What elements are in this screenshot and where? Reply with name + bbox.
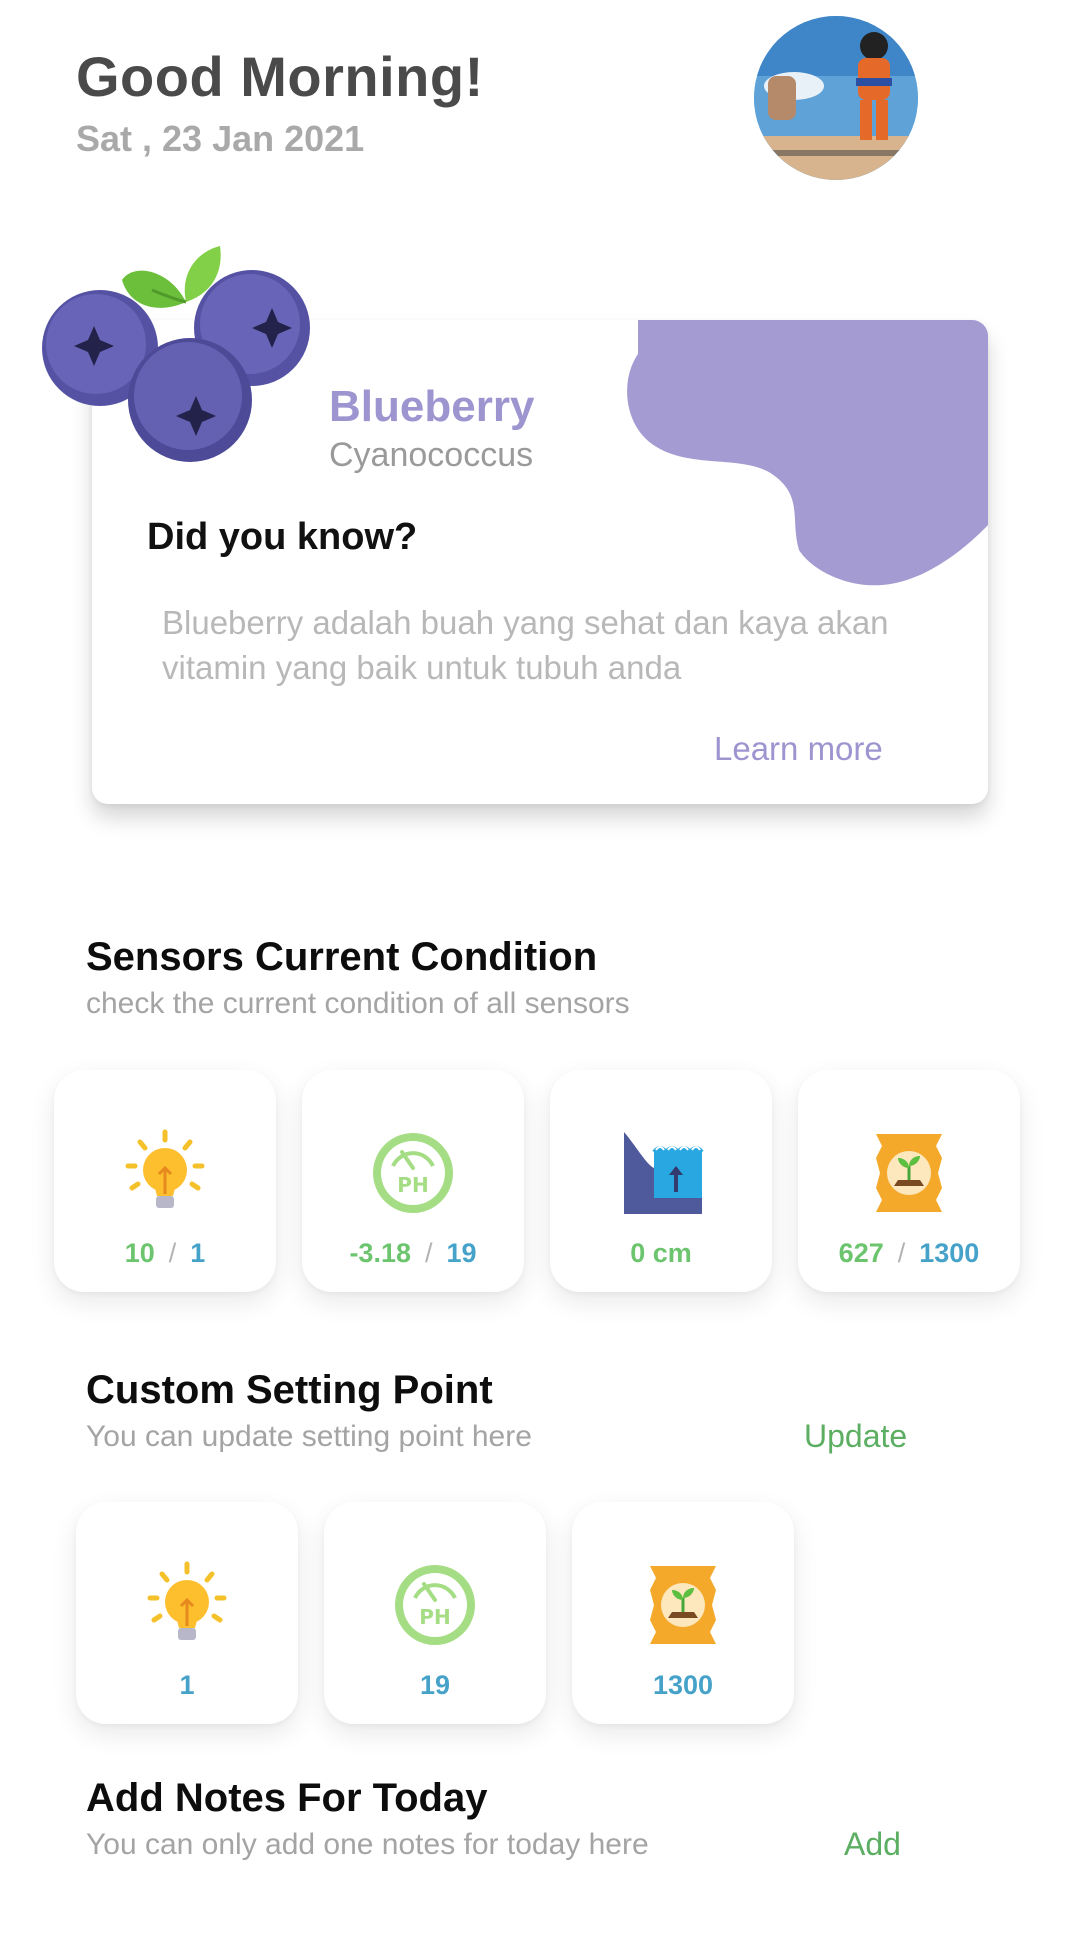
ph-meter-icon: PH (395, 1565, 475, 1645)
setpoint-tile-light[interactable]: 1 (76, 1502, 298, 1724)
svg-text:PH: PH (397, 1173, 428, 1197)
setpoint-ph-number: 19 (419, 1670, 451, 1700)
plant-latin-name: Cyanococcus (329, 436, 534, 474)
fact-text: Blueberry adalah buah yang sehat dan kay… (162, 604, 889, 686)
sensor-water-current: 0 cm (630, 1238, 692, 1268)
sensor-light-current: 10 (124, 1238, 155, 1268)
sensor-light-reading: 10 / 1 (54, 1238, 276, 1269)
sensors-section-title: Sensors Current Condition (86, 935, 598, 979)
water-level-icon (624, 1132, 704, 1214)
sensor-soil-current: 627 (838, 1238, 884, 1268)
sensor-soil-reading: 627 / 1300 (798, 1238, 1020, 1269)
setpoint-soil-number: 1300 (652, 1670, 714, 1700)
plant-name: Blueberry (329, 382, 535, 431)
light-bulb-icon (125, 1129, 205, 1208)
sensor-ph-reading: -3.18 / 19 (302, 1238, 524, 1269)
soil-bag-icon (650, 1566, 716, 1644)
sensor-light-separator: / (168, 1238, 177, 1268)
add-note-button[interactable]: Add (844, 1826, 901, 1863)
profile-avatar[interactable] (754, 16, 918, 180)
current-date: Sat , 23 Jan 2021 (76, 118, 365, 159)
sensor-soil-setpoint: 1300 (919, 1238, 980, 1268)
light-bulb-icon (147, 1561, 227, 1640)
setpoint-ph-value: 19 (324, 1670, 546, 1701)
sensor-tile-light[interactable]: 10 / 1 (54, 1070, 276, 1292)
soil-bag-icon (876, 1134, 942, 1212)
notes-section-title: Add Notes For Today (86, 1776, 488, 1820)
notes-section-subtitle: You can only add one notes for today her… (86, 1828, 649, 1861)
blueberry-icon (42, 246, 310, 462)
setting-point-subtitle: You can update setting point here (86, 1420, 532, 1453)
sensor-ph-separator: / (424, 1238, 433, 1268)
learn-more-link[interactable]: Learn more (714, 730, 883, 768)
setpoint-tile-soil[interactable]: 1300 (572, 1502, 794, 1724)
setpoint-soil-value: 1300 (572, 1670, 794, 1701)
setpoint-tile-ph[interactable]: PH 19 (324, 1502, 546, 1724)
svg-text:PH: PH (419, 1605, 450, 1629)
setpoint-light-value: 1 (76, 1670, 298, 1701)
sensor-water-reading: 0 cm (550, 1238, 772, 1269)
avatar-image (754, 16, 918, 180)
setpoint-light-number: 1 (179, 1670, 195, 1700)
setting-point-title: Custom Setting Point (86, 1368, 493, 1412)
sensor-tile-water[interactable]: 0 cm (550, 1070, 772, 1292)
sensor-tile-ph[interactable]: PH -3.18 / 19 (302, 1070, 524, 1292)
update-button[interactable]: Update (804, 1418, 907, 1455)
ph-meter-icon: PH (373, 1133, 453, 1213)
fact-heading: Did you know? (147, 516, 418, 558)
greeting-title: Good Morning! (76, 45, 484, 108)
sensor-ph-current: -3.18 (349, 1238, 411, 1268)
sensor-light-setpoint: 1 (190, 1238, 206, 1268)
sensor-soil-separator: / (897, 1238, 906, 1268)
sensor-ph-setpoint: 19 (446, 1238, 477, 1268)
sensors-section-subtitle: check the current condition of all senso… (86, 987, 630, 1020)
sensor-tile-soil[interactable]: 627 / 1300 (798, 1070, 1020, 1292)
